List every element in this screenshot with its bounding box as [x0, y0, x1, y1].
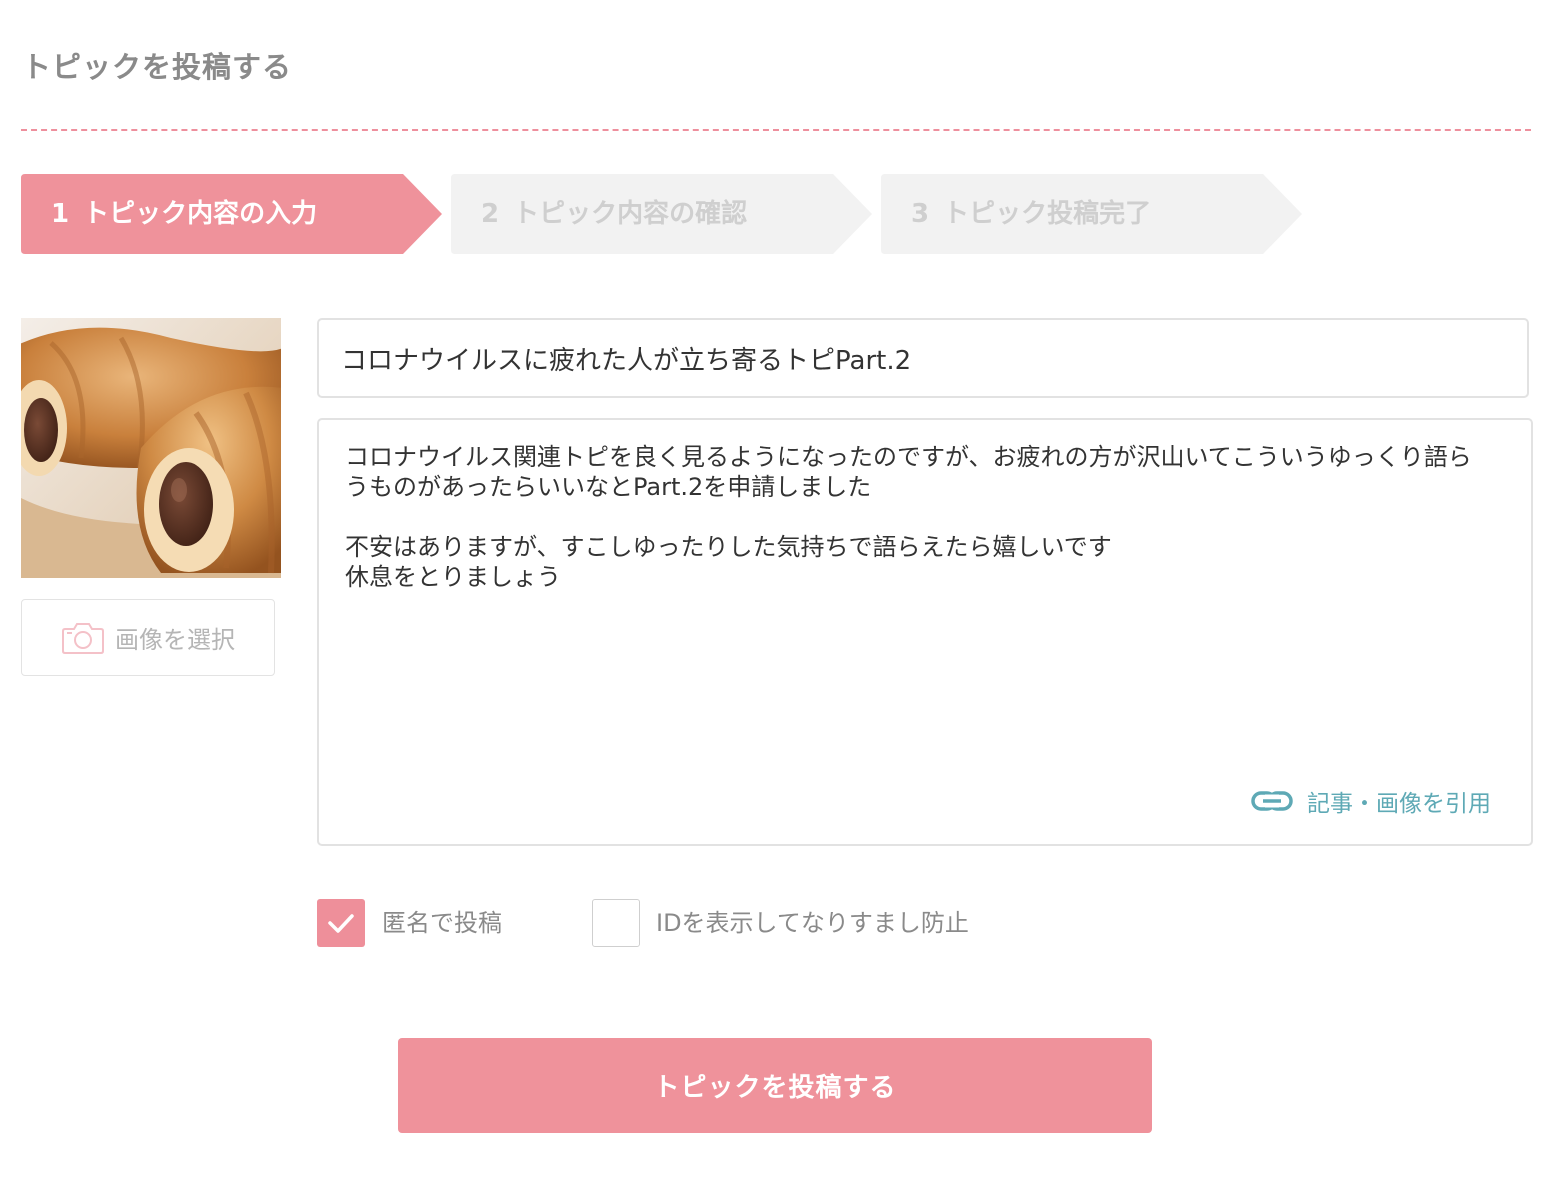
step-label: トピック内容の入力 — [83, 199, 318, 229]
topic-body-textarea[interactable]: コロナウイルス関連トピを良く見るようになったのですが、お疲れの方が沢山いてこうい… — [345, 442, 1495, 762]
topic-title-input[interactable] — [317, 318, 1529, 398]
step-label: トピック投稿完了 — [943, 199, 1152, 229]
page-title: トピックを投稿する — [22, 50, 293, 84]
step-2-confirm: 2 トピック内容の確認 — [451, 174, 872, 254]
quote-link-label: 記事・画像を引用 — [1307, 791, 1491, 817]
anonymous-label[interactable]: 匿名で投稿 — [382, 899, 502, 947]
link-icon — [1251, 791, 1293, 811]
topic-body-field: コロナウイルス関連トピを良く見るようになったのですが、お疲れの方が沢山いてこうい… — [317, 418, 1533, 846]
submit-topic-button[interactable]: トピックを投稿する — [398, 1038, 1152, 1133]
topic-thumbnail-image — [21, 318, 281, 578]
step-label: トピック内容の確認 — [513, 199, 748, 229]
quote-article-image-link[interactable]: 記事・画像を引用 — [1251, 784, 1491, 818]
step-number: 2 — [481, 199, 500, 229]
step-number: 3 — [911, 199, 930, 229]
camera-icon — [62, 622, 104, 654]
show-id-label[interactable]: IDを表示してなりすまし防止 — [656, 899, 969, 947]
dashed-divider — [21, 129, 1531, 131]
checkmark-icon — [328, 914, 354, 933]
step-number: 1 — [51, 199, 70, 229]
select-image-label: 画像を選択 — [115, 626, 235, 654]
step-1-input: 1 トピック内容の入力 — [21, 174, 442, 254]
step-3-complete: 3 トピック投稿完了 — [881, 174, 1302, 254]
anonymous-checkbox[interactable] — [317, 899, 365, 947]
show-id-checkbox[interactable] — [592, 899, 640, 947]
select-image-button[interactable]: 画像を選択 — [21, 599, 275, 676]
